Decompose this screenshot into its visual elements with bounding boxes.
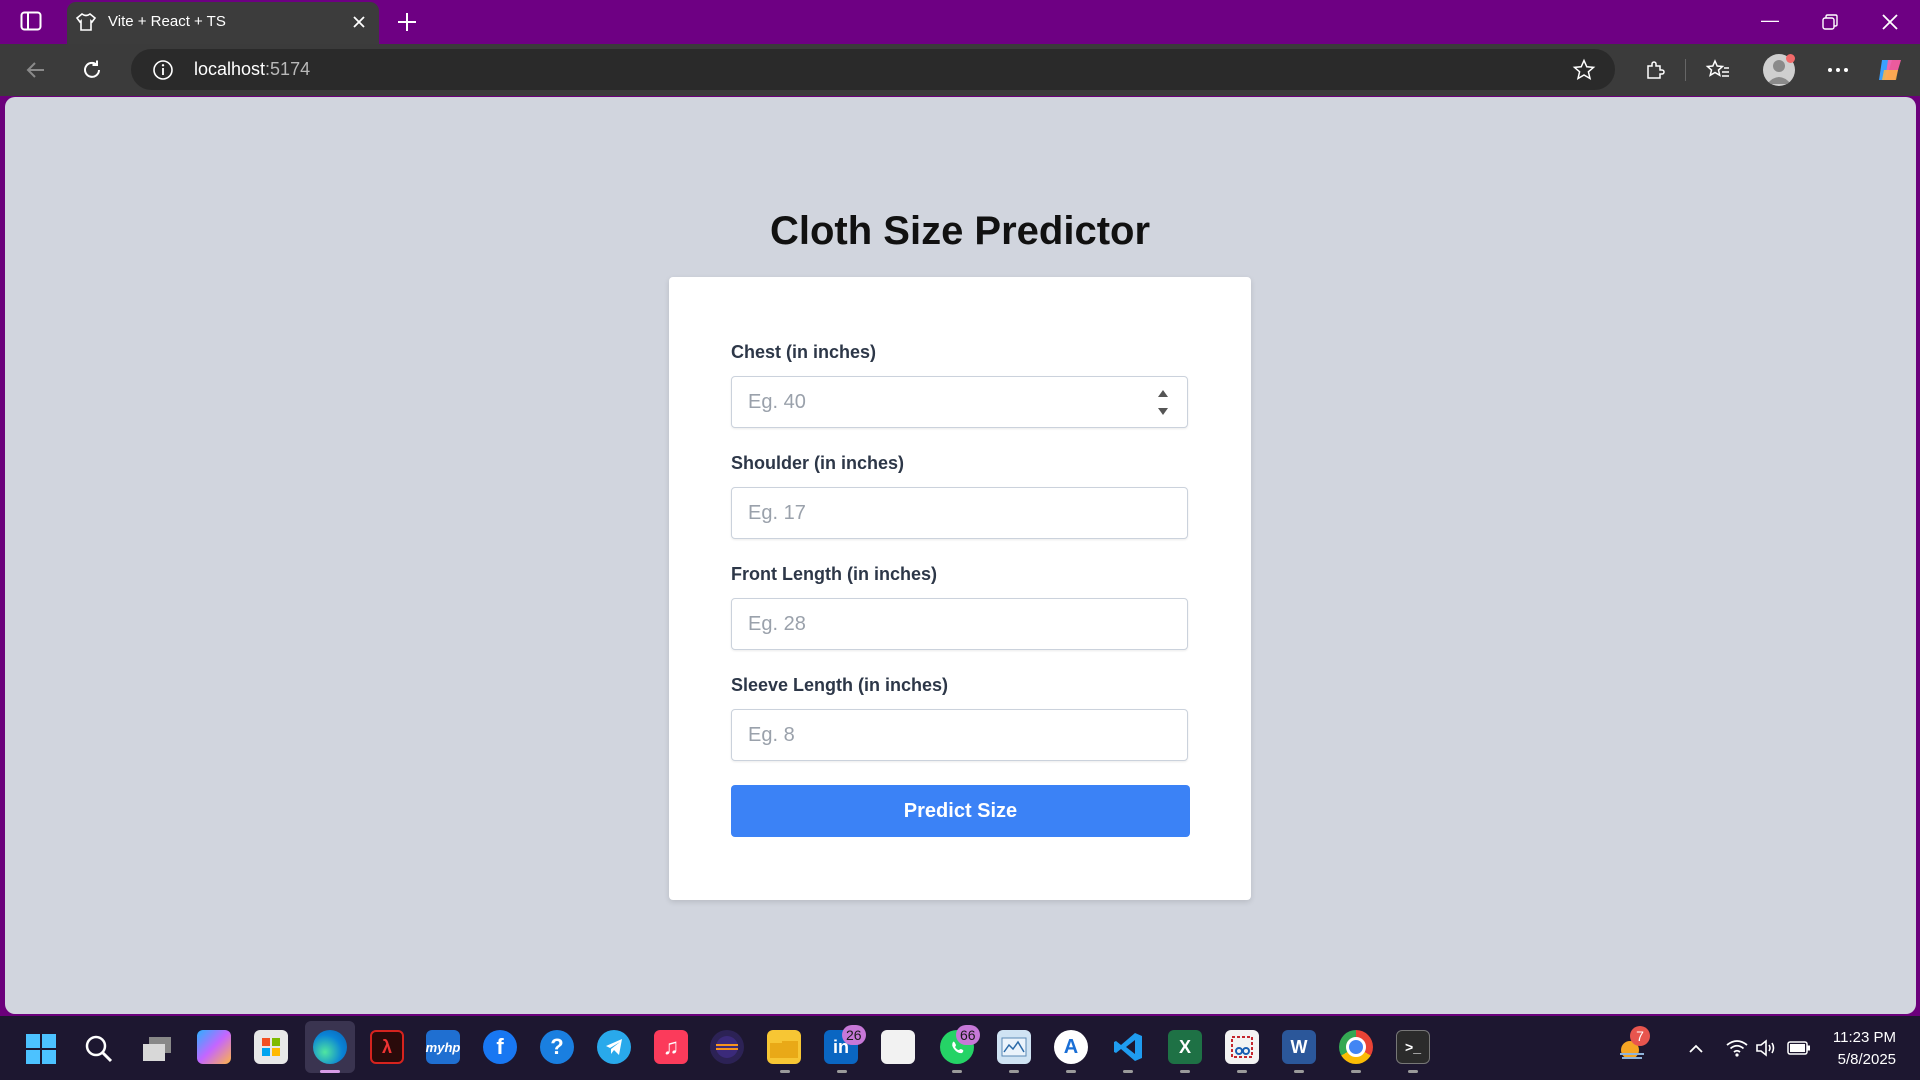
music-icon[interactable]: ♫ (654, 1030, 688, 1064)
facebook-icon[interactable]: f (483, 1030, 517, 1064)
search-icon[interactable] (84, 1034, 114, 1064)
refresh-icon[interactable] (80, 58, 104, 82)
running-indicator (1180, 1070, 1190, 1073)
clock-date[interactable]: 5/8/2025 (1810, 1051, 1896, 1068)
running-indicator (1237, 1070, 1247, 1073)
new-tab-icon[interactable] (395, 10, 419, 34)
copilot-icon[interactable] (1876, 56, 1904, 84)
site-info-icon[interactable] (152, 59, 174, 81)
app-store-icon[interactable]: A (1054, 1030, 1088, 1064)
predict-size-button[interactable]: Predict Size (731, 785, 1190, 837)
excel-icon[interactable]: X (1168, 1030, 1202, 1064)
extensions-icon[interactable] (1643, 58, 1667, 82)
close-window-icon[interactable] (1881, 13, 1899, 31)
chest-input[interactable] (731, 376, 1188, 428)
copilot-app-icon[interactable] (197, 1030, 231, 1064)
chrome-icon[interactable] (1339, 1030, 1373, 1064)
shoulder-input[interactable] (731, 487, 1188, 539)
help-icon[interactable]: ? (540, 1030, 574, 1064)
running-indicator (780, 1070, 790, 1073)
sleeve-length-input[interactable] (731, 709, 1188, 761)
chrome-center (1346, 1037, 1366, 1057)
favorites-icon[interactable] (1705, 58, 1731, 82)
running-indicator (1294, 1070, 1304, 1073)
acrobat-icon[interactable]: λ (370, 1030, 404, 1064)
tab-close-icon[interactable] (350, 13, 368, 31)
running-indicator (1009, 1070, 1019, 1073)
chest-label: Chest (in inches) (731, 342, 877, 362)
back-icon[interactable] (24, 58, 48, 82)
terminal-icon[interactable]: >_ (1396, 1030, 1430, 1064)
clock-time[interactable]: 11:23 PM (1810, 1029, 1896, 1046)
file-explorer-icon[interactable] (767, 1030, 801, 1064)
divider (1685, 59, 1686, 81)
wifi-icon[interactable] (1725, 1038, 1749, 1058)
front-length-input[interactable] (731, 598, 1188, 650)
sleeve-length-label: Sleeve Length (in inches) (731, 675, 949, 695)
store-icon[interactable] (254, 1030, 288, 1064)
running-indicator (1066, 1070, 1076, 1073)
chevron-up-icon[interactable] (1687, 1040, 1705, 1058)
tab-title: Vite + React + TS (108, 13, 226, 30)
monitor-app-icon[interactable] (997, 1030, 1031, 1064)
url-text: localhost:5174 (194, 59, 310, 80)
front-length-label: Front Length (in inches) (731, 564, 937, 584)
battery-icon[interactable] (1787, 1040, 1811, 1056)
more-options-icon[interactable] (1825, 58, 1851, 82)
favorite-star-icon[interactable] (1572, 58, 1596, 82)
linkedin-badge: 26 (842, 1025, 866, 1045)
whatsapp-badge: 66 (956, 1025, 980, 1045)
running-indicator (1351, 1070, 1361, 1073)
telegram-icon[interactable] (597, 1030, 631, 1064)
number-stepper-icon[interactable] (1157, 388, 1169, 418)
restore-icon[interactable] (1822, 14, 1838, 30)
edge-icon[interactable] (313, 1030, 347, 1064)
sidebar-toggle-icon[interactable] (20, 11, 42, 31)
edge-active-indicator (320, 1070, 340, 1073)
running-indicator (1123, 1070, 1133, 1073)
shoulder-label: Shoulder (in inches) (731, 453, 905, 473)
minimize-icon[interactable]: — (1747, 10, 1793, 31)
url-host: localhost (194, 59, 266, 79)
notepad-icon[interactable] (881, 1030, 915, 1064)
eclipse-icon[interactable] (710, 1030, 744, 1064)
url-port: :5174 (265, 59, 311, 79)
running-indicator (952, 1070, 962, 1073)
myhp-icon[interactable]: myhp (426, 1030, 460, 1064)
address-bar[interactable] (131, 49, 1615, 90)
task-view-icon[interactable] (141, 1035, 173, 1063)
page-title: Cloth Size Predictor (769, 209, 1151, 253)
volume-icon[interactable] (1755, 1038, 1779, 1058)
word-icon[interactable]: W (1282, 1030, 1316, 1064)
vscode-icon[interactable] (1111, 1030, 1145, 1064)
tshirt-icon (75, 12, 97, 32)
snipping-tool-icon[interactable] (1225, 1030, 1259, 1064)
weather-badge: 7 (1630, 1026, 1650, 1046)
profile-notification-dot (1786, 54, 1795, 63)
start-icon[interactable] (25, 1033, 57, 1065)
running-indicator (1408, 1070, 1418, 1073)
running-indicator (837, 1070, 847, 1073)
